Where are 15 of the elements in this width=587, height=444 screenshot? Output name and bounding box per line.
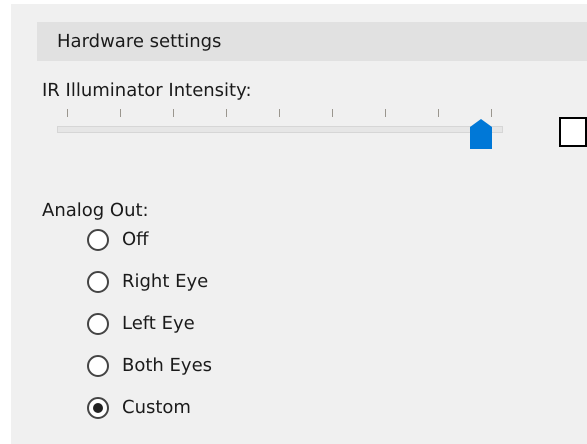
field-label: IR Illuminator Intensity: [42,79,253,103]
value-field[interactable] [558,117,587,147]
section-header: Hardware settings [37,22,587,61]
radio-icon[interactable] [87,397,109,419]
radio-option[interactable]: Right Eye [87,269,587,295]
radio-icon[interactable] [87,271,109,293]
radio-icon[interactable] [87,229,109,251]
radio-option[interactable]: Both Eyes [87,353,587,379]
slider-thumb[interactable] [470,119,492,149]
radio-option[interactable]: Left Eye [87,311,587,337]
radio-option[interactable]: Custom [87,395,587,421]
radio-icon[interactable] [87,313,109,335]
radio-icon[interactable] [87,355,109,377]
radio-option[interactable]: Off [87,227,587,253]
field-label: Analog Out: [42,199,150,223]
